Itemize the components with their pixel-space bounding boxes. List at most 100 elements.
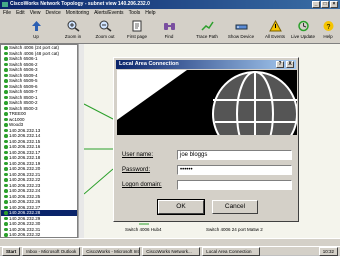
password-field[interactable]: •••••• — [177, 165, 292, 175]
toolbar-label-find: Find — [164, 34, 174, 39]
up-arrow-icon — [31, 21, 41, 31]
device-status-icon — [4, 134, 8, 138]
device-status-icon — [4, 68, 8, 72]
app-icon — [2, 2, 8, 7]
logon-domain-field[interactable] — [177, 180, 292, 190]
tree-item-label: Switch 6506-1 — [9, 56, 38, 61]
toolbar: Up Zoom in Zoom out First page Find Trac… — [0, 17, 340, 44]
minimize-button[interactable]: _ — [312, 1, 320, 8]
tree-item-label: 140.206.232.13 — [9, 127, 41, 133]
taskbar-item[interactable]: Inbox - Microsoft Outlook — [22, 246, 81, 256]
logon-domain-label: Logon domain: — [122, 182, 162, 188]
tree-item-label: Switch 4006 (48 port cat) — [9, 50, 60, 56]
username-field[interactable]: joe bloggs — [177, 150, 292, 160]
tree-item-label: 140.206.232.15 — [9, 138, 41, 144]
device-status-icon — [4, 57, 8, 61]
device-status-icon — [4, 227, 8, 231]
show-device-button[interactable]: Show Device — [225, 20, 257, 43]
up-button[interactable]: Up — [20, 20, 52, 43]
menu-tools[interactable]: Tools — [129, 9, 141, 17]
show-device-icon — [235, 24, 247, 30]
taskbar-item[interactable]: CiscoWorks Network... — [142, 246, 201, 256]
tree-item-label: Switch 6506-2 — [9, 61, 38, 67]
dialog-title-bar: Local Area Connection ? X — [116, 60, 296, 69]
tree-item-label: 140.206.232.24 — [9, 188, 41, 193]
help-button[interactable]: ? Help — [312, 20, 340, 43]
zoom-out-button[interactable]: Zoom out — [89, 20, 121, 43]
device-status-icon — [4, 211, 8, 215]
tree-item-label: 140.206.232.14 — [9, 133, 41, 138]
zoom-out-icon — [99, 20, 111, 32]
tree-item-label: 140.206.232.29 — [9, 215, 41, 221]
globe-logo-icon — [117, 70, 297, 135]
menu-bar: File Edit View Device Monitoring Alerts/… — [0, 9, 340, 17]
device-status-icon — [4, 183, 8, 187]
tree-item-label: Switch 8500-1 — [9, 94, 38, 100]
tree-item-label: 140.206.232.18 — [9, 155, 41, 160]
device-status-icon — [4, 79, 8, 83]
start-button[interactable]: Start — [2, 246, 21, 256]
menu-help[interactable]: Help — [145, 9, 155, 17]
device-status-icon — [4, 145, 8, 149]
tree-item-label: 140.206.232.30 — [9, 221, 41, 226]
tree-item-label: 140.206.232.28 — [9, 210, 41, 215]
device-status-icon — [4, 112, 8, 116]
status-bar — [0, 238, 340, 246]
canvas-device-label[interactable]: Switch 4006 24 port Ma5w 2 — [206, 227, 263, 232]
toolbar-label-show-device: Show Device — [227, 34, 255, 39]
password-label: Password: — [122, 167, 151, 173]
menu-view[interactable]: View — [30, 9, 41, 17]
binoculars-icon — [163, 23, 175, 30]
device-status-icon — [4, 106, 8, 110]
toolbar-label-help: Help — [323, 34, 333, 39]
menu-file[interactable]: File — [3, 9, 11, 17]
device-status-icon — [4, 139, 8, 143]
device-tree[interactable]: Switch 4006 (24 port cat) Switch 4006 (48… — [0, 44, 78, 238]
menu-edit[interactable]: Edit — [16, 9, 25, 17]
dialog-help-button[interactable]: ? — [276, 61, 284, 68]
menu-alerts-events[interactable]: Alerts/Events — [94, 9, 123, 17]
window-title: CiscoWorks Network Topology - subnet vie… — [10, 1, 150, 7]
device-status-icon — [4, 200, 8, 204]
ok-button[interactable]: OK — [157, 199, 205, 215]
username-label: User name: — [122, 152, 154, 158]
page-icon — [132, 20, 141, 32]
tree-item-label: 140.206.232.16 — [9, 144, 41, 149]
taskbar: Start Inbox - Microsoft Outlook CiscoWor… — [0, 246, 340, 256]
tree-item-label: 140.206.232.26 — [9, 199, 41, 204]
device-status-icon — [4, 150, 8, 154]
trace-path-button[interactable]: Trace Path — [191, 20, 223, 43]
help-icon: ? — [323, 21, 333, 31]
device-status-icon — [4, 90, 8, 94]
warning-icon — [268, 20, 282, 32]
tree-item-label: Switch 6509-5 — [9, 78, 38, 83]
menu-device[interactable]: Device — [45, 9, 60, 17]
device-status-icon — [4, 101, 8, 105]
toolbar-label-zoom-in: Zoom in — [64, 34, 82, 39]
device-status-icon — [4, 167, 8, 171]
first-page-button[interactable]: First page — [121, 20, 153, 43]
dialog-close-button[interactable]: X — [286, 61, 294, 68]
maximize-button[interactable]: □ — [321, 1, 329, 8]
device-status-icon — [4, 205, 8, 209]
device-status-icon — [4, 95, 8, 99]
tree-item-label: 140.206.232.25 — [9, 193, 41, 199]
menu-monitoring[interactable]: Monitoring — [66, 9, 89, 17]
device-status-icon — [4, 73, 8, 77]
tree-item-label: 140.206.232.19 — [9, 160, 41, 166]
tree-item-label: 140.206.232.32 — [9, 232, 41, 237]
tree-item-label: 140.206.232.27 — [9, 204, 41, 210]
device-status-icon — [4, 46, 8, 50]
taskbar-item[interactable]: CiscoWorks - Microsoft Internet... — [82, 246, 141, 256]
taskbar-item[interactable]: Local Area Connection — [202, 246, 261, 256]
canvas-device-label[interactable]: Switch 4006 Hub4 — [125, 227, 162, 232]
zoom-in-button[interactable]: Zoom in — [57, 20, 89, 43]
tree-item-label: Switch 6509-7 — [9, 89, 38, 94]
close-button[interactable]: × — [330, 1, 338, 8]
device-status-icon — [4, 194, 8, 198]
cancel-button[interactable]: Cancel — [212, 200, 258, 214]
find-button[interactable]: Find — [153, 20, 185, 43]
tree-item-label: 140.206.232.22 — [9, 177, 41, 182]
dialog-banner — [117, 70, 297, 135]
device-status-icon — [4, 128, 8, 132]
